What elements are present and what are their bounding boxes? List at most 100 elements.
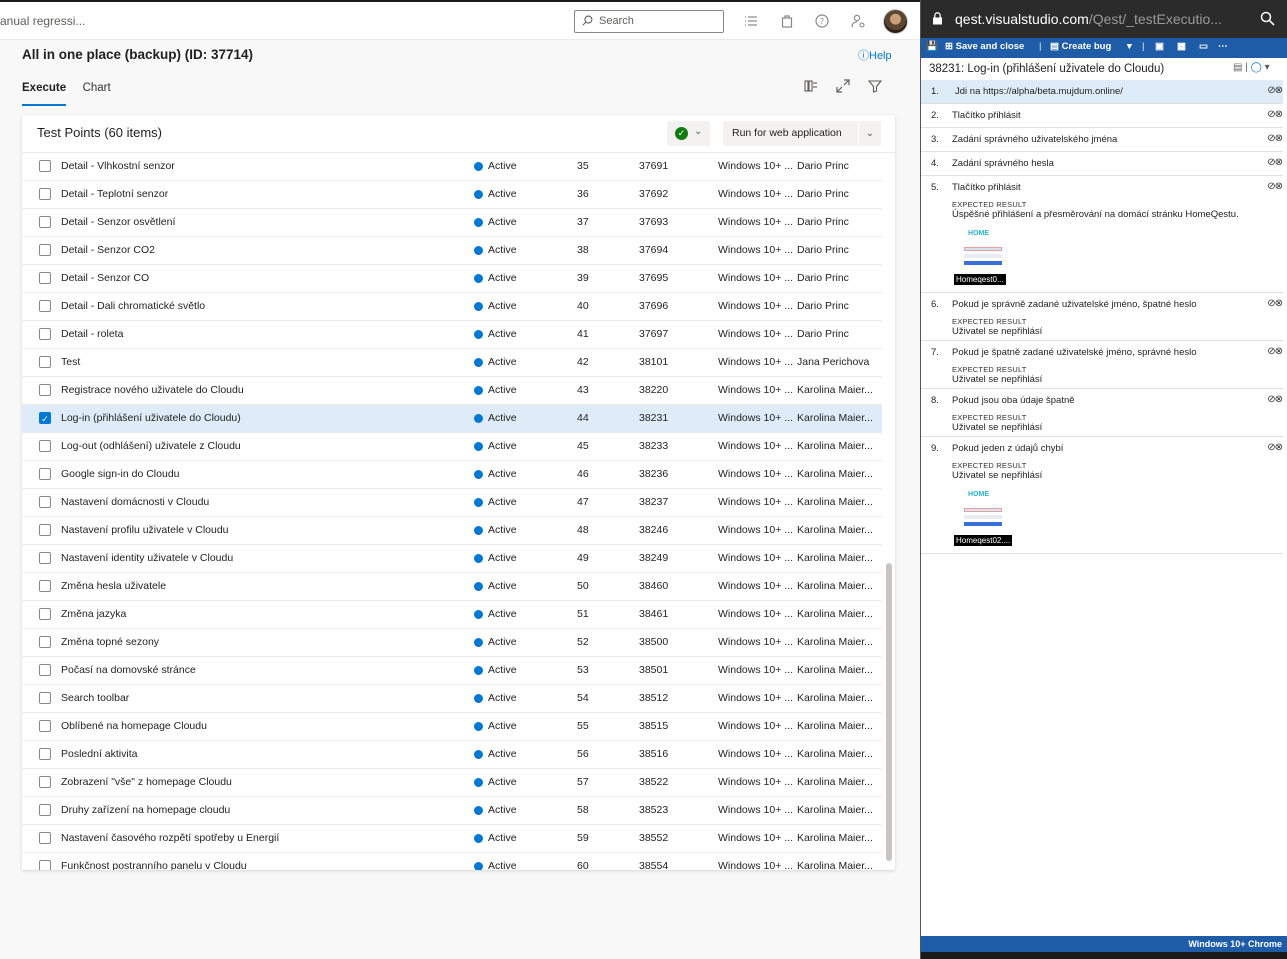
save-and-close-button[interactable]: ⊞ Save and close <box>945 41 1024 52</box>
row-checkbox[interactable] <box>39 384 51 396</box>
row-checkbox[interactable] <box>39 664 51 676</box>
run-button[interactable]: Run for web application <box>723 121 858 146</box>
table-row[interactable]: Detail - Senzor CO Active 39 37695 Windows 1… <box>22 265 882 293</box>
mark-outcome-button[interactable]: ✓ ⌄ <box>667 121 710 146</box>
row-checkbox[interactable] <box>39 776 51 788</box>
row-checkbox[interactable] <box>39 188 51 200</box>
test-step[interactable]: 7. Pokud je špatně zadané uživatelské jmé… <box>921 341 1283 389</box>
table-row[interactable]: Nastavení časového rozpětí spotřeby u En… <box>22 825 882 853</box>
table-row[interactable]: Druhy zařízení na homepage cloudu Active 5… <box>22 797 882 825</box>
chevron-down-icon[interactable]: ▾ <box>1127 41 1132 52</box>
table-row[interactable]: Log-out (odhlášení) uživatele z Cloudu Ac… <box>22 433 882 461</box>
table-row[interactable]: Search toolbar Active 54 38512 Windows 10+ .… <box>22 685 882 713</box>
pass-fail-icons[interactable]: ⊘⊗ <box>1267 442 1283 453</box>
capture-actions-icon[interactable]: ▦ <box>1177 41 1186 52</box>
table-row[interactable]: Zobrazení "vše" z homepage Cloudu Active 5… <box>22 769 882 797</box>
row-checkbox[interactable] <box>39 552 51 564</box>
run-options-dropdown[interactable]: ⌄ <box>859 121 881 146</box>
table-row[interactable]: Test Active 42 38101 Windows 10+ ... Jana Per… <box>22 349 882 377</box>
row-checkbox[interactable] <box>39 300 51 312</box>
table-row[interactable]: Detail - Dali chromatické světlo Active 40… <box>22 293 882 321</box>
tab-chart[interactable]: Chart <box>83 81 111 106</box>
zoom-icon[interactable] <box>1260 11 1275 26</box>
pass-fail-icons[interactable]: ⊘⊗ <box>1267 298 1283 309</box>
table-row[interactable]: Nastavení identity uživatele v Cloudu Act… <box>22 545 882 573</box>
table-row[interactable]: Detail - Senzor osvětlení Active 37 37693 Wi… <box>22 209 882 237</box>
row-checkbox[interactable] <box>39 720 51 732</box>
attachment-thumbnail[interactable]: HOME Homeqest02.... <box>954 487 1013 547</box>
list-icon[interactable] <box>743 13 759 29</box>
table-row[interactable]: Počasí na domovské stránce Active 53 38501 W… <box>22 657 882 685</box>
breadcrumb[interactable]: anual regressi... <box>0 14 140 28</box>
row-checkbox[interactable]: ✓ <box>39 412 51 424</box>
table-row[interactable]: Nastavení profilu uživatele v Cloudu Acti… <box>22 517 882 545</box>
row-checkbox[interactable] <box>39 804 51 816</box>
row-checkbox[interactable] <box>39 860 51 870</box>
help-icon[interactable]: ? <box>814 13 830 29</box>
table-row[interactable]: Detail - Vlhkostní senzor Active 35 37691 Wi… <box>22 153 882 181</box>
row-checkbox[interactable] <box>39 692 51 704</box>
table-row[interactable]: Registrace nového uživatele do Cloudu Act… <box>22 377 882 405</box>
test-step[interactable]: 4. Zadání správného hesla ⊘⊗ <box>921 152 1283 176</box>
test-step[interactable]: 6. Pokud je správně zadané uživatelské jm… <box>921 293 1283 341</box>
table-row[interactable]: ✓ Log-in (přihlášení uživatele do Cloudu)… <box>22 405 882 433</box>
test-step[interactable]: 3. Zadání správného uživatelského jména ⊘⊗ <box>921 128 1283 152</box>
more-options-icon[interactable]: ⋯ <box>1218 41 1228 52</box>
row-checkbox[interactable] <box>39 216 51 228</box>
help-link[interactable]: ⓘHelp <box>858 47 892 63</box>
shopping-bag-icon[interactable] <box>779 13 795 29</box>
expand-icon[interactable] <box>835 78 851 94</box>
row-checkbox[interactable] <box>39 272 51 284</box>
table-row[interactable]: Detail - Teplotní senzor Active 36 37692 Win… <box>22 181 882 209</box>
row-checkbox[interactable] <box>39 468 51 480</box>
user-settings-icon[interactable] <box>850 13 866 29</box>
create-bug-button[interactable]: ▤ Create bug <box>1050 41 1111 52</box>
row-checkbox[interactable] <box>39 608 51 620</box>
pass-fail-icons[interactable]: ⊘⊗ <box>1267 109 1283 120</box>
row-checkbox[interactable] <box>39 524 51 536</box>
screenshot-icon[interactable]: ▣ <box>1155 41 1164 52</box>
chevron-down-icon[interactable]: ▾ <box>1265 62 1270 73</box>
pass-fail-icons[interactable]: ⊘⊗ <box>1267 85 1283 96</box>
table-row[interactable]: Změna jazyka Active 51 38461 Windows 10+ ...… <box>22 601 882 629</box>
pass-test-icon[interactable]: ◯ <box>1251 62 1262 73</box>
row-checkbox[interactable] <box>39 440 51 452</box>
record-screen-icon[interactable]: ▭ <box>1199 41 1208 52</box>
test-step[interactable]: 5. Tlačítko přihlásit EXPECTED RESULT Úspěš… <box>921 176 1283 293</box>
row-checkbox[interactable] <box>39 244 51 256</box>
table-row[interactable]: Oblíbené na homepage Cloudu Active 55 38515… <box>22 713 882 741</box>
table-row[interactable]: Poslední aktivita Active 56 38516 Windows 10… <box>22 741 882 769</box>
pass-fail-icons[interactable]: ⊘⊗ <box>1267 394 1283 405</box>
tab-execute[interactable]: Execute <box>22 81 67 106</box>
table-row[interactable]: Změna hesla uživatele Active 50 38460 Window… <box>22 573 882 601</box>
test-step[interactable]: 1. Jdi na https://alpha/beta.mujdum.onlin… <box>921 80 1283 104</box>
table-row[interactable]: Nastavení domácnosti v Cloudu Active 47 382… <box>22 489 882 517</box>
pass-fail-icons[interactable]: ⊘⊗ <box>1267 157 1283 168</box>
row-checkbox[interactable] <box>39 580 51 592</box>
search-input[interactable]: Search <box>574 10 724 33</box>
table-row[interactable]: Funkčnost postranního panelu v Cloudu Act… <box>22 853 882 870</box>
scrollbar[interactable] <box>886 563 892 861</box>
table-row[interactable]: Změna topné sezony Active 52 38500 Windows 1… <box>22 629 882 657</box>
row-checkbox[interactable] <box>39 832 51 844</box>
attachment-thumbnail[interactable]: HOME Homeqest0... <box>954 226 1012 286</box>
column-options-icon[interactable] <box>803 78 819 94</box>
filter-icon[interactable] <box>867 78 883 94</box>
test-step[interactable]: 8. Pokud jsou oba údaje špatně EXPECTED RE… <box>921 389 1283 437</box>
row-checkbox[interactable] <box>39 160 51 172</box>
url-text[interactable]: qest.visualstudio.com/Qest/_testExecutio… <box>955 11 1255 27</box>
pass-fail-icons[interactable]: ⊘⊗ <box>1267 346 1283 357</box>
row-checkbox[interactable] <box>39 328 51 340</box>
test-step[interactable]: 2. Tlačítko přihlásit ⊘⊗ <box>921 104 1283 128</box>
table-row[interactable]: Detail - roleta Active 41 37697 Windows 10+ … <box>22 321 882 349</box>
row-checkbox[interactable] <box>39 636 51 648</box>
row-checkbox[interactable] <box>39 748 51 760</box>
pass-fail-icons[interactable]: ⊘⊗ <box>1267 181 1283 192</box>
save-icon[interactable]: 💾 <box>926 41 938 52</box>
table-row[interactable]: Detail - Senzor CO2 Active 38 37694 Windows … <box>22 237 882 265</box>
test-step[interactable]: 9. Pokud jeden z údajů chybí EXPECTED RESU… <box>921 437 1283 554</box>
avatar[interactable] <box>883 9 908 34</box>
table-row[interactable]: Google sign-in do Cloudu Active 46 38236 Win… <box>22 461 882 489</box>
row-checkbox[interactable] <box>39 496 51 508</box>
document-icon[interactable]: ▤ <box>1233 62 1242 73</box>
